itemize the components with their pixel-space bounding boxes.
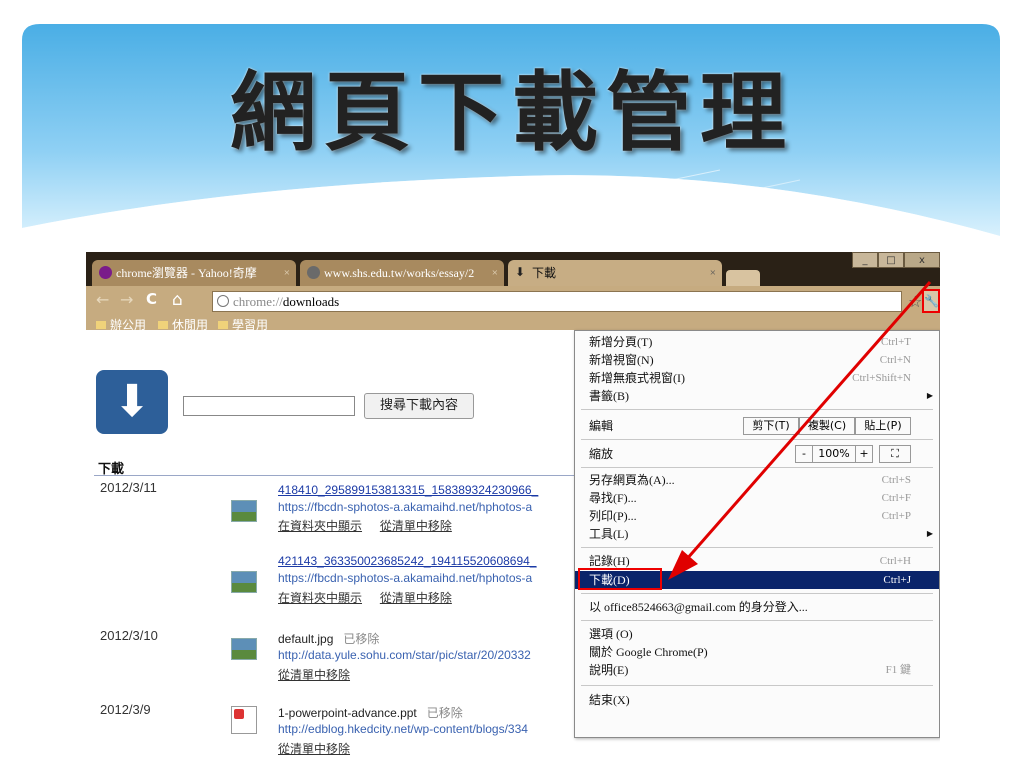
annotation-arrow-icon — [668, 281, 932, 580]
browser-window: chrome瀏覽器 - Yahoo!奇摩 × www.shs.edu.tw/wo… — [86, 252, 940, 768]
slide-title: 網頁下載管理 — [230, 62, 794, 163]
